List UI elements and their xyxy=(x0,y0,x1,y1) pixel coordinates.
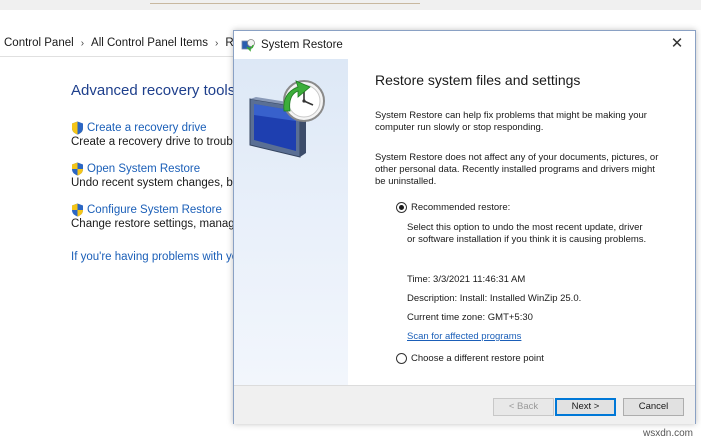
configure-system-restore-item: Configure System Restore Change restore … xyxy=(71,203,234,230)
open-system-restore-desc: Undo recent system changes, but le xyxy=(71,177,234,189)
window-top-strip xyxy=(0,0,701,10)
different-restore-label: Choose a different restore point xyxy=(411,353,544,364)
system-restore-dialog: System Restore ✕ Restore system files an… xyxy=(233,30,696,424)
back-button[interactable]: < Back xyxy=(493,398,554,416)
open-system-restore-link[interactable]: Open System Restore xyxy=(87,163,200,175)
shield-icon xyxy=(72,121,83,135)
shield-icon xyxy=(72,203,83,217)
control-panel-content: Advanced recovery tools Create a recover… xyxy=(0,57,234,387)
dialog-title: System Restore xyxy=(261,39,343,51)
cancel-button[interactable]: Cancel xyxy=(623,398,684,416)
recommended-restore-option[interactable]: Recommended restore: xyxy=(396,202,510,213)
recommended-restore-description: Select this option to undo the most rece… xyxy=(407,222,647,245)
page-title: Advanced recovery tools xyxy=(71,82,234,99)
help-link[interactable]: If you're having problems with your xyxy=(71,251,234,263)
breadcrumb-control-panel[interactable]: Control Panel xyxy=(0,37,74,49)
watermark: wsxdn.com xyxy=(643,428,694,439)
recovery-drive-item: Create a recovery drive Create a recover… xyxy=(71,121,234,148)
shield-icon xyxy=(72,162,83,176)
intro-text: System Restore can help fix problems tha… xyxy=(375,110,647,133)
scan-affected-programs-link[interactable]: Scan for affected programs xyxy=(407,331,521,342)
system-restore-icon xyxy=(241,39,255,52)
system-restore-icon xyxy=(249,80,325,158)
breadcrumb-all-items[interactable]: All Control Panel Items xyxy=(91,37,208,49)
breadcrumb-separator-icon: › xyxy=(215,37,219,49)
different-restore-radio[interactable] xyxy=(396,353,407,364)
restore-time: Time: 3/3/2021 11:46:31 AM xyxy=(407,274,526,285)
restore-description: Description: Install: Installed WinZip 2… xyxy=(407,293,582,304)
dialog-titlebar[interactable]: System Restore ✕ xyxy=(234,31,695,59)
dialog-footer: < Back Next > Cancel xyxy=(234,385,695,424)
dialog-side-panel xyxy=(234,59,348,385)
dialog-heading: Restore system files and settings xyxy=(375,72,581,88)
configure-system-restore-desc: Change restore settings, manage di xyxy=(71,218,234,230)
open-system-restore-item: Open System Restore Undo recent system c… xyxy=(71,162,234,189)
breadcrumb-separator-icon: › xyxy=(80,37,85,49)
different-restore-option[interactable]: Choose a different restore point xyxy=(396,353,544,364)
recommended-restore-radio[interactable] xyxy=(396,202,407,213)
configure-system-restore-link[interactable]: Configure System Restore xyxy=(87,204,222,216)
create-recovery-drive-link[interactable]: Create a recovery drive xyxy=(87,122,207,134)
close-icon[interactable]: ✕ xyxy=(669,36,685,52)
recommended-restore-label: Recommended restore: xyxy=(411,202,511,213)
note-text: System Restore does not affect any of yo… xyxy=(375,152,659,187)
create-recovery-drive-desc: Create a recovery drive to troublest xyxy=(71,136,234,148)
next-button[interactable]: Next > xyxy=(555,398,616,416)
restore-timezone: Current time zone: GMT+5:30 xyxy=(407,312,533,323)
dialog-main-panel: Restore system files and settings System… xyxy=(348,59,695,385)
breadcrumb: Control Panel › All Control Panel Items … xyxy=(0,30,240,57)
